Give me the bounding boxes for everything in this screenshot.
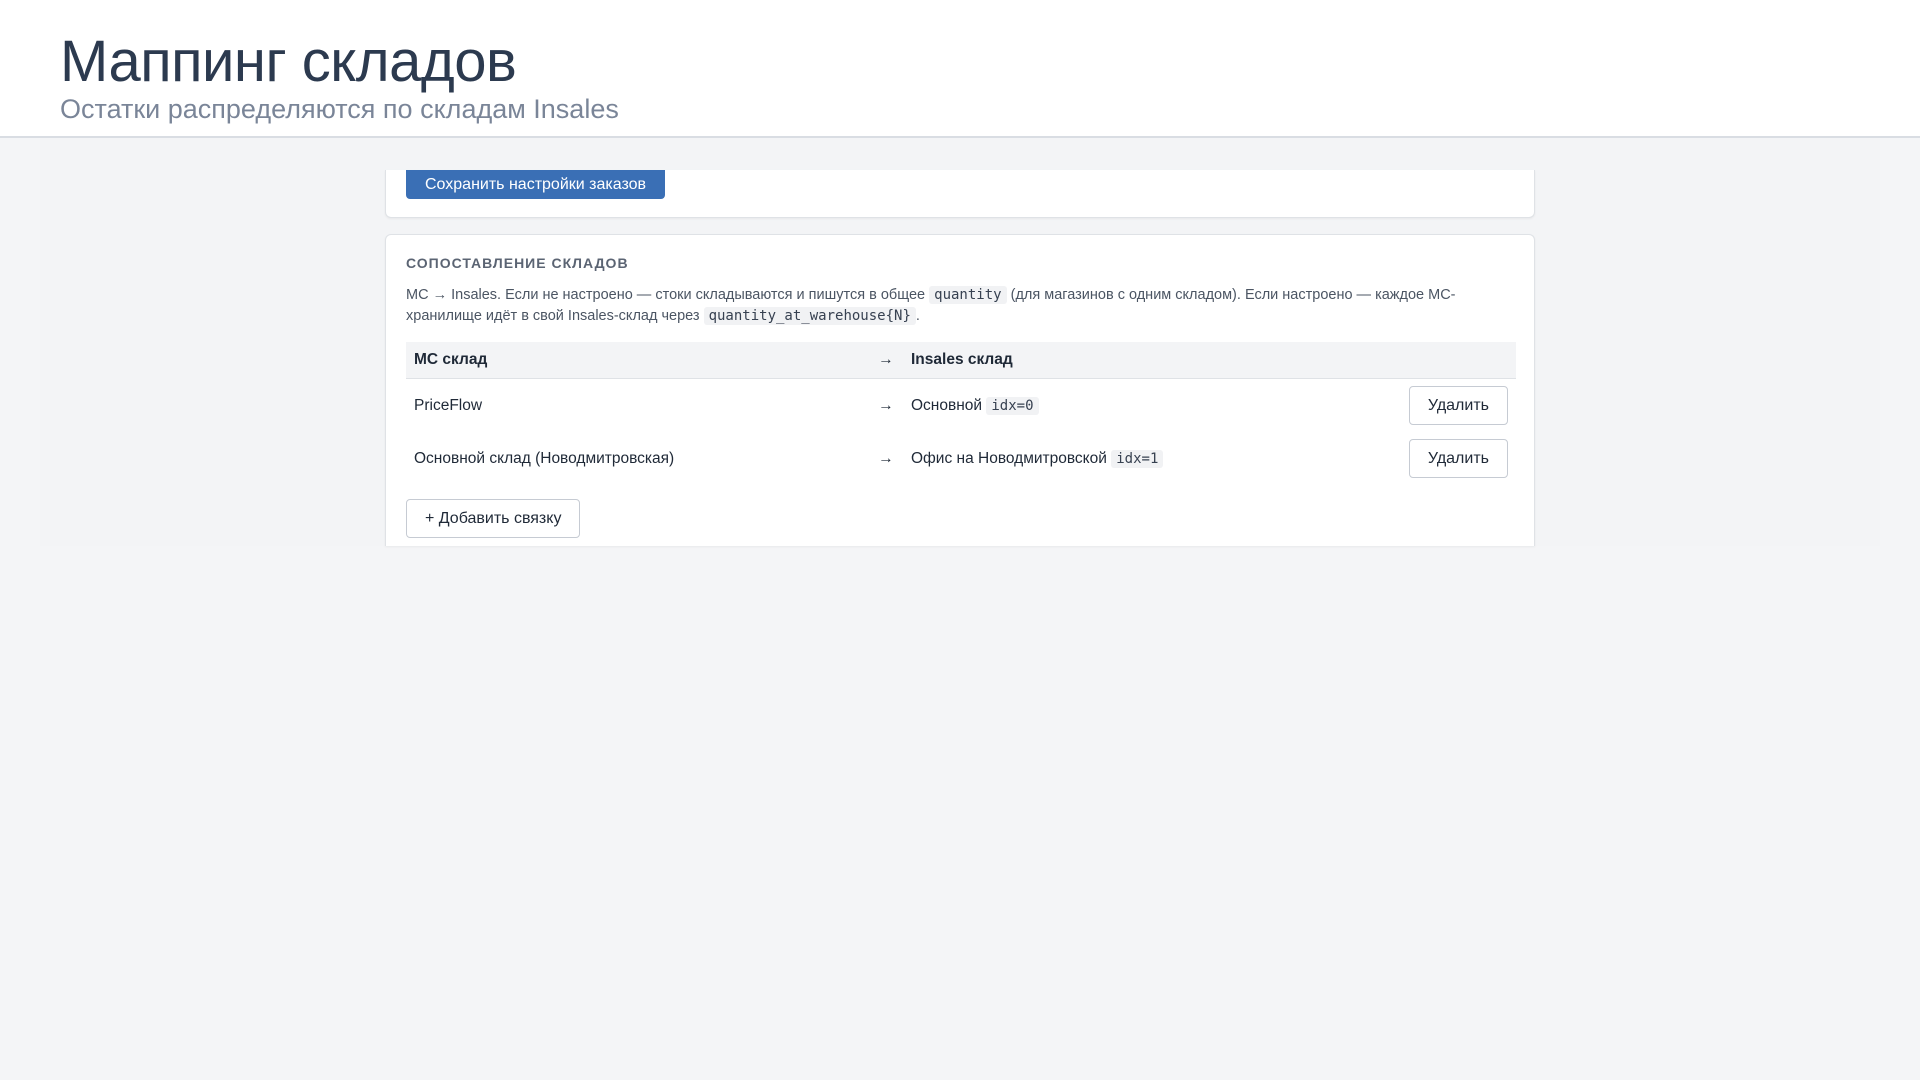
warehouse-index: idx=0 [986, 396, 1039, 415]
table-row: Основной склад (Новодмитровская) → Офис … [406, 432, 1516, 485]
insales-warehouse-cell: Основной idx=0 [903, 379, 1332, 433]
column-header-actions [1332, 342, 1516, 379]
insales-warehouse-name: Основной [911, 396, 983, 414]
insales-warehouse-name: Офис на Новодмитровской [911, 449, 1107, 467]
page-header: Маппинг складов Остатки распределяются п… [0, 0, 1920, 138]
warehouse-mapping-card: СОПОСТАВЛЕНИЕ СКЛАДОВ МС → Insales. Если… [385, 234, 1535, 546]
actions-cell: Удалить [1332, 379, 1516, 433]
page-title: Маппинг складов [60, 29, 517, 94]
orders-settings-card: Сохранить настройки заказов [385, 170, 1535, 218]
column-header-insales: Insales склад [903, 342, 1333, 379]
table-row: PriceFlow → Основной idx=0 Удалить [406, 379, 1516, 433]
insales-warehouse-cell: Офис на Новодмитровской idx=1 [903, 432, 1332, 485]
section-description: МС → Insales. Если не настроено — стоки … [406, 285, 1516, 327]
actions-cell: Удалить [1332, 432, 1516, 485]
arrow-icon: → [878, 449, 894, 467]
ms-warehouse-cell: PriceFlow [414, 396, 483, 414]
mapping-table: МС склад → Insales склад PriceFlow → Осн… [406, 342, 1516, 485]
column-header-arrow: → [869, 342, 903, 379]
arrow-icon: → [878, 396, 894, 414]
quantity-at-warehouse-code: quantity_at_warehouse{N} [703, 307, 916, 325]
save-orders-settings-button[interactable]: Сохранить настройки заказов [406, 170, 665, 199]
page-subtitle: Остатки распределяются по складам Insale… [60, 94, 619, 124]
delete-button[interactable]: Удалить [1408, 439, 1508, 478]
ms-warehouse-cell: Основной склад (Новодмитровская) [414, 449, 675, 467]
warehouse-index: idx=1 [1111, 449, 1164, 468]
table-header-row: МС склад → Insales склад [406, 342, 1516, 379]
quantity-code: quantity [929, 286, 1007, 304]
section-title: СОПОСТАВЛЕНИЕ СКЛАДОВ [406, 255, 629, 271]
column-header-ms: МС склад [406, 342, 869, 379]
description-text: . [915, 308, 920, 324]
description-text: МС → Insales. Если не настроено — стоки … [406, 287, 926, 303]
delete-button[interactable]: Удалить [1408, 386, 1508, 425]
add-mapping-button[interactable]: + Добавить связку [406, 499, 581, 538]
